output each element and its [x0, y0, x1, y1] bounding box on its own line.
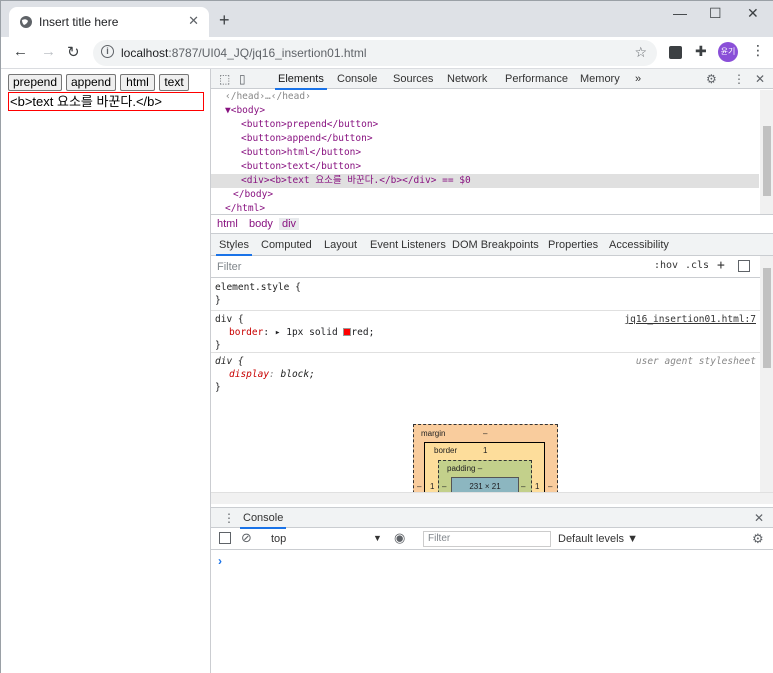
page-viewport: prepend append html text <b>text 요소를 바꾼다… — [1, 69, 211, 673]
context-dropdown-icon[interactable]: ▼ — [373, 533, 382, 543]
breadcrumb-body[interactable]: body — [249, 218, 273, 230]
clear-console-icon[interactable]: ⊘ — [241, 530, 252, 546]
context-select[interactable]: top — [271, 533, 286, 545]
dom-node[interactable]: ‹/head›…‹/head› — [211, 90, 759, 104]
new-rule-plus-icon[interactable]: + — [717, 258, 725, 273]
kebab-menu-icon[interactable]: ⋮ — [751, 42, 765, 59]
subtab-properties[interactable]: Properties — [548, 239, 598, 251]
console-prompt[interactable]: › — [218, 554, 222, 568]
tab-sources[interactable]: Sources — [393, 73, 433, 85]
dom-tree[interactable]: ‹/head›…‹/head› ▼<body> <button>prepend</b… — [211, 90, 773, 214]
dom-tree-scrollbar[interactable] — [760, 90, 773, 214]
drawer-menu-icon[interactable]: ⋮ — [223, 511, 235, 525]
profile-avatar[interactable]: 윤기 — [718, 42, 738, 62]
breadcrumb: html body div — [211, 214, 773, 234]
maximize-button[interactable]: ☐ — [709, 5, 722, 22]
dom-node[interactable]: </html> — [211, 202, 759, 214]
dom-node[interactable]: ▼<body> — [211, 104, 759, 118]
rule-source-link[interactable]: jq16_insertion01.html:7 — [624, 313, 756, 326]
styles-horizontal-scrollbar[interactable] — [211, 492, 773, 504]
dom-node[interactable]: <button>text</button> — [211, 160, 759, 174]
console-settings-gear-icon[interactable]: ⚙ — [752, 531, 764, 547]
dom-node[interactable]: <button>append</button> — [211, 132, 759, 146]
log-levels-select[interactable]: Default levels ▼ — [558, 533, 638, 545]
subtab-dom-breakpoints[interactable]: DOM Breakpoints — [452, 239, 539, 251]
info-icon[interactable]: i — [101, 45, 114, 58]
back-arrow-icon[interactable]: ← — [13, 43, 28, 60]
address-bar[interactable]: i localhost:8787/UI04_JQ/jq16_insertion0… — [93, 40, 657, 66]
tab-elements[interactable]: Elements — [275, 73, 327, 90]
target-div: <b>text 요소를 바꾼다.</b> — [8, 92, 204, 111]
tab-memory[interactable]: Memory — [580, 73, 620, 85]
devtools-close-icon[interactable]: ✕ — [755, 72, 765, 86]
breadcrumb-html[interactable]: html — [217, 218, 238, 230]
dom-node[interactable]: <button>prepend</button> — [211, 118, 759, 132]
styles-subtabs: Styles Computed Layout Event Listeners D… — [211, 234, 773, 256]
dom-node-selected[interactable]: <div><b>text 요소를 바꾼다.</b></div> == $0 — [211, 174, 759, 188]
tab-close-icon[interactable]: ✕ — [188, 13, 199, 29]
subtab-layout[interactable]: Layout — [324, 239, 357, 251]
dom-node[interactable]: <button>html</button> — [211, 146, 759, 160]
devtools-panel: ⬚ ▯ Elements Console Sources Network Per… — [211, 69, 773, 673]
subtab-event-listeners[interactable]: Event Listeners — [370, 239, 446, 251]
bookmark-star-icon[interactable]: ☆ — [634, 44, 647, 61]
more-tabs-icon[interactable]: » — [635, 73, 641, 85]
browser-tab[interactable]: Insert title here ✕ — [9, 7, 209, 37]
extension-icon[interactable] — [669, 46, 682, 59]
browser-toolbar: ← → ↻ i localhost:8787/UI04_JQ/jq16_inse… — [1, 37, 773, 69]
inspect-element-icon[interactable]: ⬚ — [219, 72, 230, 86]
device-toolbar-icon[interactable]: ▯ — [239, 72, 246, 86]
drawer-close-icon[interactable]: ✕ — [754, 511, 764, 525]
tab-network[interactable]: Network — [447, 73, 487, 85]
hov-toggle[interactable]: :hov — [654, 260, 678, 271]
subtab-accessibility[interactable]: Accessibility — [609, 239, 669, 251]
tab-console[interactable]: Console — [337, 73, 377, 85]
forward-arrow-icon[interactable]: → — [41, 43, 56, 60]
minimize-button[interactable]: — — [673, 5, 687, 21]
live-expression-eye-icon[interactable]: ◉ — [394, 530, 405, 546]
element-style-rule: element.style { } — [211, 279, 760, 311]
tab-performance[interactable]: Performance — [505, 73, 568, 85]
console-toolbar: ⊘ top ▼ ◉ Filter Default levels ▼ ⚙ — [211, 528, 773, 550]
breadcrumb-div[interactable]: div — [279, 218, 300, 230]
url-text: localhost:8787/UI04_JQ/jq16_insertion01.… — [121, 46, 367, 60]
new-tab-button[interactable]: + — [219, 10, 230, 31]
globe-icon — [20, 16, 32, 28]
close-window-button[interactable]: ✕ — [747, 5, 759, 22]
html-button[interactable]: html — [120, 74, 155, 91]
console-drawer-header: ⋮ Console ✕ — [211, 507, 773, 529]
text-button[interactable]: text — [159, 74, 189, 91]
subtab-computed[interactable]: Computed — [261, 239, 312, 251]
puzzle-extensions-icon[interactable]: ✚ — [695, 43, 707, 60]
devtools-menu-icon[interactable]: ⋮ — [733, 72, 745, 86]
devtools-main-tabs: ⬚ ▯ Elements Console Sources Network Per… — [211, 69, 773, 90]
drawer-tab-console[interactable]: Console — [239, 512, 287, 529]
console-sidebar-icon[interactable] — [219, 532, 231, 544]
styles-filter-input[interactable]: Filter — [217, 261, 241, 273]
cls-toggle[interactable]: .cls — [685, 260, 709, 271]
settings-gear-icon[interactable]: ⚙ — [706, 72, 717, 86]
toggle-sidebar-icon[interactable] — [738, 260, 750, 272]
styles-filter-bar: Filter :hov .cls + — [211, 256, 760, 278]
tab-strip: Insert title here ✕ + — ☐ ✕ — [1, 1, 773, 37]
console-filter-input[interactable]: Filter — [423, 531, 551, 547]
tab-title: Insert title here — [39, 15, 119, 29]
box-model-content: 231 × 21 — [451, 477, 519, 492]
box-model-diagram: 231 × 21 margin – border 1 padding – – 1… — [413, 424, 558, 492]
div-rule: div { jq16_insertion01.html:7 border: ▸ … — [211, 311, 760, 353]
append-button[interactable]: append — [66, 74, 116, 91]
user-agent-rule: div { user agent stylesheet display: blo… — [215, 356, 756, 393]
styles-scrollbar[interactable] — [760, 256, 773, 492]
reload-icon[interactable]: ↻ — [67, 43, 80, 61]
user-agent-label: user agent stylesheet — [635, 356, 756, 367]
prepend-button[interactable]: prepend — [8, 74, 62, 91]
dom-node[interactable]: </body> — [211, 188, 759, 202]
border-declaration[interactable]: border: ▸ 1px solid red; — [229, 326, 374, 339]
subtab-styles[interactable]: Styles — [216, 239, 252, 256]
browser-window: Insert title here ✕ + — ☐ ✕ ← → ↻ i loca… — [0, 0, 773, 673]
